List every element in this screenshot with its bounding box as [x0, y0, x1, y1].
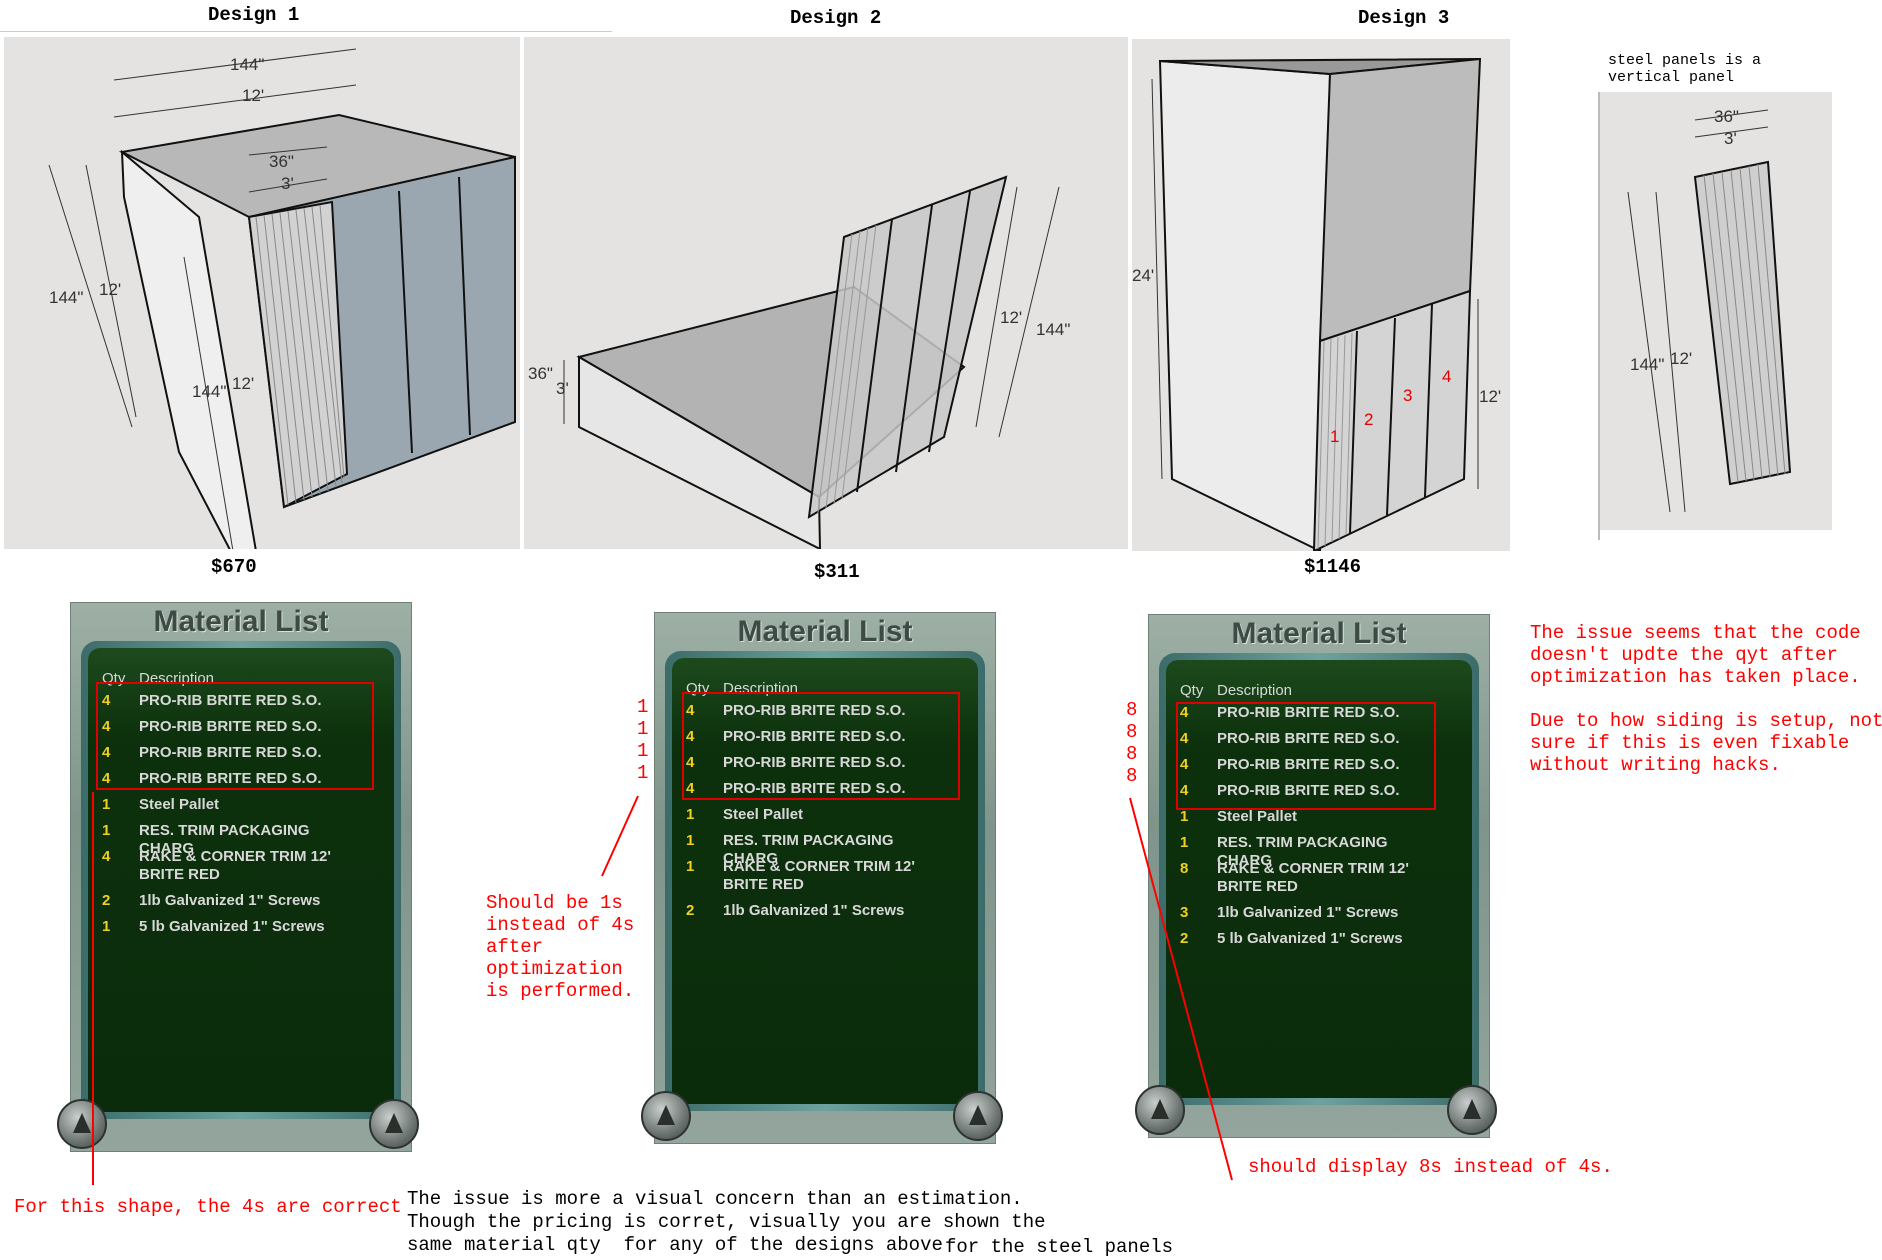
- note-should-be-1s: Should be 1s instead of 4s after optimiz…: [486, 892, 635, 1002]
- note-for-steel: for the steel panels: [945, 1236, 1174, 1258]
- note-issue-code: The issue seems that the code doesn't up…: [1530, 622, 1882, 776]
- note-should-display-8s: should display 8s instead of 4s.: [1248, 1156, 1613, 1178]
- note-four-correct: For this shape, the 4s are correct: [14, 1196, 402, 1218]
